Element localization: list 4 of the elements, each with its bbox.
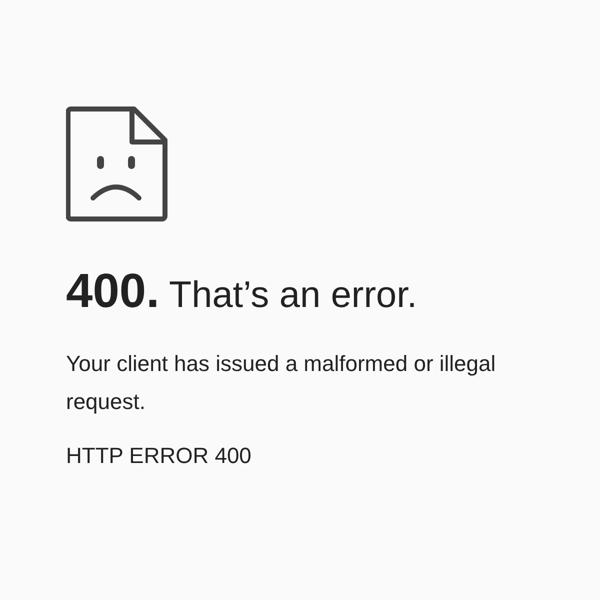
error-heading: 400. That’s an error. xyxy=(66,266,418,320)
error-message: Your client has issued a malformed or illegal request. xyxy=(66,350,497,416)
sad-document-icon xyxy=(66,106,168,222)
error-code: HTTP ERROR 400 xyxy=(66,442,252,470)
